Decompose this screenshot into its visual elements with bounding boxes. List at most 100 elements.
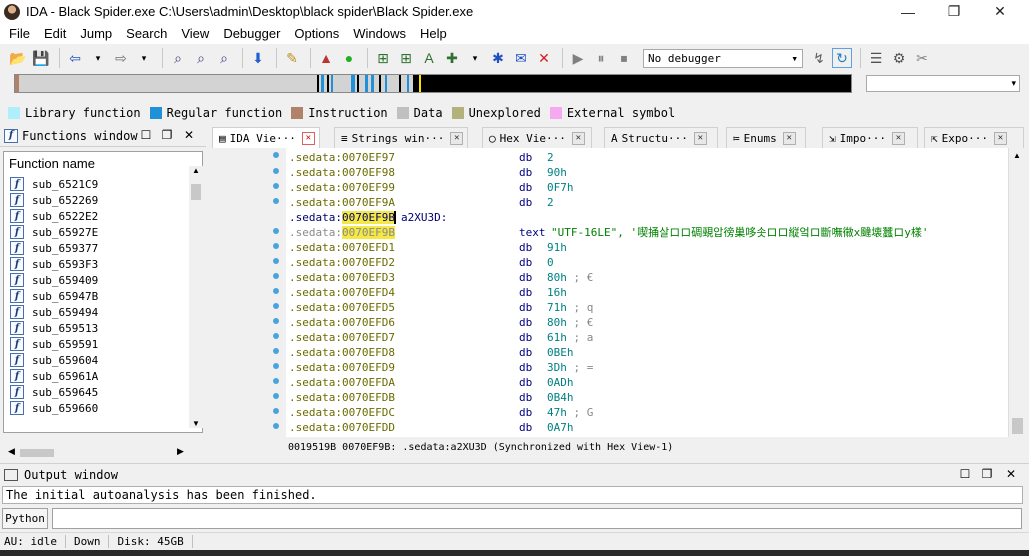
function-row[interactable]: f sub_659591 xyxy=(10,336,98,352)
menu-windows[interactable]: Windows xyxy=(346,23,413,44)
menu-help[interactable]: Help xyxy=(413,23,454,44)
function-row[interactable]: f sub_659604 xyxy=(10,352,98,368)
disasm-line[interactable]: .sedata:0070EFDD db 0A7h xyxy=(289,420,574,435)
disasm-line[interactable]: .sedata:0070EFD6 db 80h ; € xyxy=(289,315,593,330)
search-text-icon[interactable]: ⌕ xyxy=(191,48,211,68)
menu-options[interactable]: Options xyxy=(287,23,346,44)
patch-icon[interactable]: ✉ xyxy=(511,48,531,68)
disasm-line[interactable]: .sedata:0070EFD2 db 0 xyxy=(289,255,554,270)
pane-close-icon[interactable]: ✕ xyxy=(1004,467,1018,481)
function-row[interactable]: f sub_65961A xyxy=(10,368,98,384)
data-icon[interactable]: ⊞ xyxy=(396,48,416,68)
scroll-up-icon[interactable]: ▲ xyxy=(189,166,203,180)
function-list-horizontal-scrollbar[interactable]: ◀ ▶ xyxy=(5,446,188,460)
menu-edit[interactable]: Edit xyxy=(37,23,73,44)
pane-close-icon[interactable]: ✕ xyxy=(182,128,196,142)
function-row[interactable]: f sub_6522E2 xyxy=(10,208,98,224)
step-into-icon[interactable]: ↯ xyxy=(809,48,829,68)
menu-debugger[interactable]: Debugger xyxy=(216,23,287,44)
menu-search[interactable]: Search xyxy=(119,23,174,44)
forward-arrow-icon[interactable]: ⇨ xyxy=(111,48,131,68)
function-row[interactable]: f sub_659660 xyxy=(10,400,98,416)
scroll-left-icon[interactable]: ◀ xyxy=(8,446,15,457)
tab-structures[interactable]: A Structu··· ✕ xyxy=(604,127,718,148)
maximize-button[interactable]: ❐ xyxy=(931,0,977,23)
scroll-thumb[interactable] xyxy=(20,449,54,457)
tab-hex-view[interactable]: ◯ Hex Vie··· ✕ xyxy=(482,127,592,148)
code-icon[interactable]: ⊞ xyxy=(373,48,393,68)
tab-close-icon[interactable]: ✕ xyxy=(993,131,1007,145)
delete-x-icon[interactable]: ✕ xyxy=(534,48,554,68)
search-immediate-icon[interactable]: ⌕ xyxy=(214,48,234,68)
string-icon[interactable]: A xyxy=(419,48,439,68)
scroll-up-icon[interactable]: ▲ xyxy=(1009,148,1025,160)
function-list-vertical-scrollbar[interactable]: ▲ ▼ xyxy=(189,166,203,428)
scroll-thumb[interactable] xyxy=(191,184,201,200)
tab-close-icon[interactable]: ✕ xyxy=(693,131,707,145)
ida-disassembly-view[interactable]: .sedata:0070EF97 db 2 .sedata:0070EF98 db 90… xyxy=(286,148,1008,437)
pane-restore-icon[interactable]: ❐ xyxy=(980,467,994,481)
tab-close-icon[interactable]: ✕ xyxy=(301,131,315,145)
breakpoint-list-icon[interactable]: ☰ xyxy=(866,48,886,68)
navigation-band-select[interactable]: ▾ xyxy=(866,75,1020,92)
function-row[interactable]: f sub_659409 xyxy=(10,272,98,288)
scroll-thumb[interactable] xyxy=(1012,418,1023,434)
disasm-line[interactable]: .sedata:0070EFD8 db 0BEh xyxy=(289,345,574,360)
tab-imports[interactable]: ⇲ Impo··· ✕ xyxy=(822,127,918,148)
green-circle-icon[interactable]: ● xyxy=(339,48,359,68)
process-icon[interactable]: ⚙ xyxy=(889,48,909,68)
function-row[interactable]: f sub_659513 xyxy=(10,320,98,336)
save-icon[interactable]: 💾 xyxy=(31,48,51,68)
function-row[interactable]: f sub_652269 xyxy=(10,192,98,208)
minimize-button[interactable]: — xyxy=(885,0,931,23)
scroll-down-icon[interactable]: ▼ xyxy=(189,419,203,428)
function-row[interactable]: f sub_65947B xyxy=(10,288,98,304)
graph-icon[interactable]: ▲ xyxy=(316,48,336,68)
function-row[interactable]: f sub_6521C9 xyxy=(10,176,98,192)
open-folder-icon[interactable]: 📂 xyxy=(8,48,28,68)
disasm-line[interactable]: .sedata:0070EFDA db 0ADh xyxy=(289,375,574,390)
tab-ida-view[interactable]: ▤ IDA Vie··· ✕ xyxy=(212,127,320,148)
disasm-line[interactable]: .sedata:0070EFD4 db 16h xyxy=(289,285,567,300)
close-button[interactable]: ✕ xyxy=(977,0,1023,23)
disasm-line[interactable]: .sedata:0070EF99 db 0F7h xyxy=(289,180,574,195)
add-struct-icon[interactable]: ✚ xyxy=(442,48,462,68)
tab-close-icon[interactable]: ✕ xyxy=(450,131,464,145)
tab-strings[interactable]: ≡ Strings win··· ✕ xyxy=(334,127,468,148)
disasm-line[interactable]: .sedata:0070EF9A db 2 xyxy=(289,195,554,210)
disasm-line[interactable]: .sedata:0070EFDC db 47h ; G xyxy=(289,405,593,420)
label-name[interactable]: a2XU3D: xyxy=(401,211,447,224)
menu-jump[interactable]: Jump xyxy=(73,23,119,44)
tab-close-icon[interactable]: ✕ xyxy=(571,131,585,145)
chevron-down-icon[interactable]: ▾ xyxy=(88,48,108,68)
chevron-down-icon[interactable]: ▾ xyxy=(465,48,485,68)
stop-icon[interactable]: ⏹ xyxy=(614,48,634,68)
search-binary-icon[interactable]: ⌕ xyxy=(168,48,188,68)
menu-file[interactable]: File xyxy=(2,23,37,44)
play-icon[interactable]: ▶ xyxy=(568,48,588,68)
tab-close-icon[interactable]: ✕ xyxy=(782,131,796,145)
tab-close-icon[interactable]: ✕ xyxy=(891,131,905,145)
wand-icon[interactable]: ✎ xyxy=(282,48,302,68)
tab-exports[interactable]: ⇱ Expo··· ✕ xyxy=(924,127,1024,148)
function-row[interactable]: f sub_659377 xyxy=(10,240,98,256)
chevron-down-icon[interactable]: ▾ xyxy=(134,48,154,68)
debugger-select[interactable]: No debugger ▾ xyxy=(643,48,803,68)
pane-restore-icon[interactable]: ❐ xyxy=(160,128,174,142)
disasm-line[interactable]: .sedata:0070EF98 db 90h xyxy=(289,165,567,180)
function-row[interactable]: f sub_659645 xyxy=(10,384,98,400)
scroll-right-icon[interactable]: ▶ xyxy=(177,446,184,457)
jump-down-icon[interactable]: ⬇ xyxy=(248,48,268,68)
ida-view-vertical-scrollbar[interactable]: ▲ xyxy=(1008,148,1025,437)
tab-enums[interactable]: ≔ Enums ✕ xyxy=(726,127,806,148)
python-language-button[interactable]: Python xyxy=(2,508,48,529)
step-over-icon[interactable]: ↻ xyxy=(832,48,852,68)
pause-icon[interactable]: ⏸ xyxy=(591,48,611,68)
function-row[interactable]: f sub_6593F3 xyxy=(10,256,98,272)
detach-icon[interactable]: ✂ xyxy=(912,48,932,68)
disasm-line[interactable]: .sedata:0070EFD9 db 3Dh ; = xyxy=(289,360,593,375)
disasm-label-line[interactable]: .sedata:0070EF9B a2XU3D: xyxy=(289,210,447,225)
disasm-line-selected[interactable]: .sedata:0070EF9B text "UTF-16LE", '喫捅살ロロ碉覡… xyxy=(289,225,1007,240)
disasm-line[interactable]: .sedata:0070EFD3 db 80h ; € xyxy=(289,270,593,285)
disasm-line[interactable]: .sedata:0070EF97 db 2 xyxy=(289,150,554,165)
